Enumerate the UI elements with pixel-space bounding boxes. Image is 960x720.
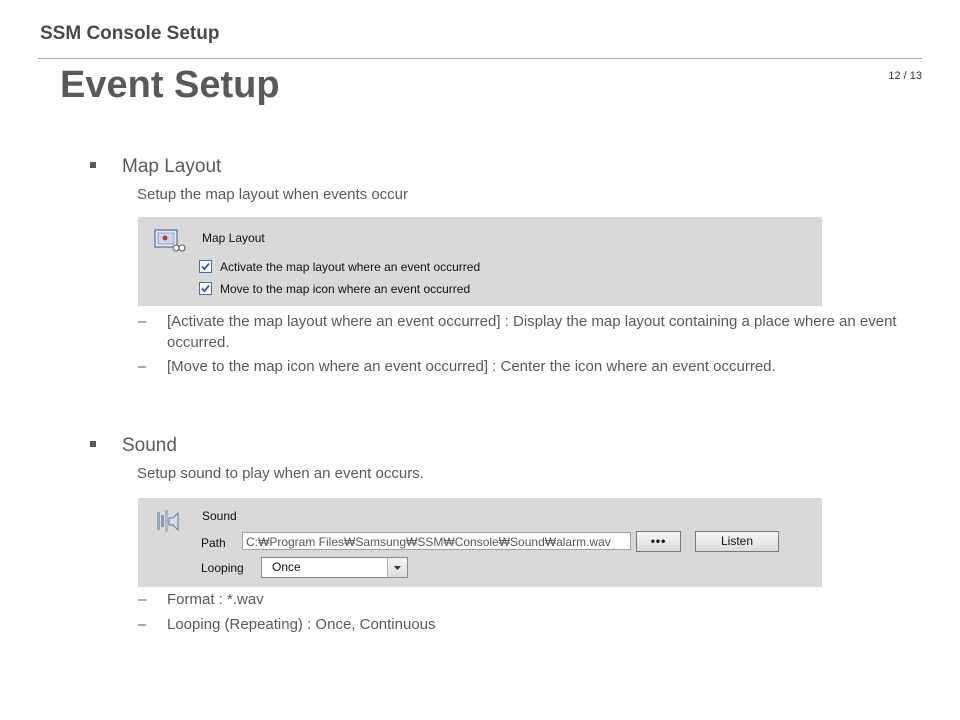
map-layout-note-2: – [Move to the map icon where an event o… xyxy=(138,356,908,377)
note-dash: – xyxy=(138,616,147,633)
note-dash: – xyxy=(138,313,147,330)
sound-panel: Sound Path C:₩Program Files₩Samsung₩SSM₩… xyxy=(138,498,822,587)
note-text: [Activate the map layout where an event … xyxy=(167,313,897,351)
note-dash: – xyxy=(138,358,147,375)
looping-select[interactable]: Once xyxy=(261,557,408,578)
bullet-square-icon xyxy=(90,161,96,168)
activate-map-layout-label: Activate the map layout where an event o… xyxy=(220,260,481,274)
note-text: [Move to the map icon where an event occ… xyxy=(167,358,776,375)
sound-note-2: – Looping (Repeating) : Once, Continuous xyxy=(138,614,908,635)
note-text: Format : *.wav xyxy=(167,591,264,608)
header-divider xyxy=(38,58,922,59)
sound-heading: Sound xyxy=(122,435,177,456)
map-layout-panel: Map Layout Activate the map layout where… xyxy=(138,217,822,306)
map-layout-description: Setup the map layout when events occur xyxy=(137,186,408,203)
section-header: SSM Console Setup xyxy=(40,23,220,44)
page-title: Event Setup xyxy=(60,64,280,106)
checkmark-icon xyxy=(201,262,210,271)
map-layout-bullet: Map Layout xyxy=(90,156,221,178)
checkmark-icon xyxy=(201,284,210,293)
sound-note-1: – Format : *.wav xyxy=(138,589,908,610)
listen-button[interactable]: Listen xyxy=(695,531,779,552)
note-dash: – xyxy=(138,591,147,608)
move-to-map-icon-checkbox[interactable] xyxy=(199,282,212,295)
bullet-square-icon xyxy=(90,440,96,447)
looping-selected-value: Once xyxy=(272,560,301,574)
sound-description: Setup sound to play when an event occurs… xyxy=(137,465,424,482)
map-layout-icon xyxy=(154,229,186,256)
browse-button[interactable]: ••• xyxy=(636,531,681,552)
map-layout-note-1: – [Activate the map layout where an even… xyxy=(138,311,908,353)
map-layout-heading: Map Layout xyxy=(122,156,222,177)
page-number: 12 / 13 xyxy=(888,70,922,82)
looping-label: Looping xyxy=(201,561,244,575)
sound-panel-title: Sound xyxy=(202,509,237,523)
note-text: Looping (Repeating) : Once, Continuous xyxy=(167,616,436,633)
activate-map-layout-checkbox[interactable] xyxy=(199,260,212,273)
dropdown-arrow-icon[interactable] xyxy=(387,558,407,577)
path-input[interactable]: C:₩Program Files₩Samsung₩SSM₩Console₩Sou… xyxy=(242,532,631,550)
map-layout-panel-title: Map Layout xyxy=(202,231,265,245)
sound-bullet: Sound xyxy=(90,435,177,457)
path-label: Path xyxy=(201,536,226,550)
move-to-map-icon-label: Move to the map icon where an event occu… xyxy=(220,282,471,296)
sound-speaker-icon xyxy=(156,508,182,537)
